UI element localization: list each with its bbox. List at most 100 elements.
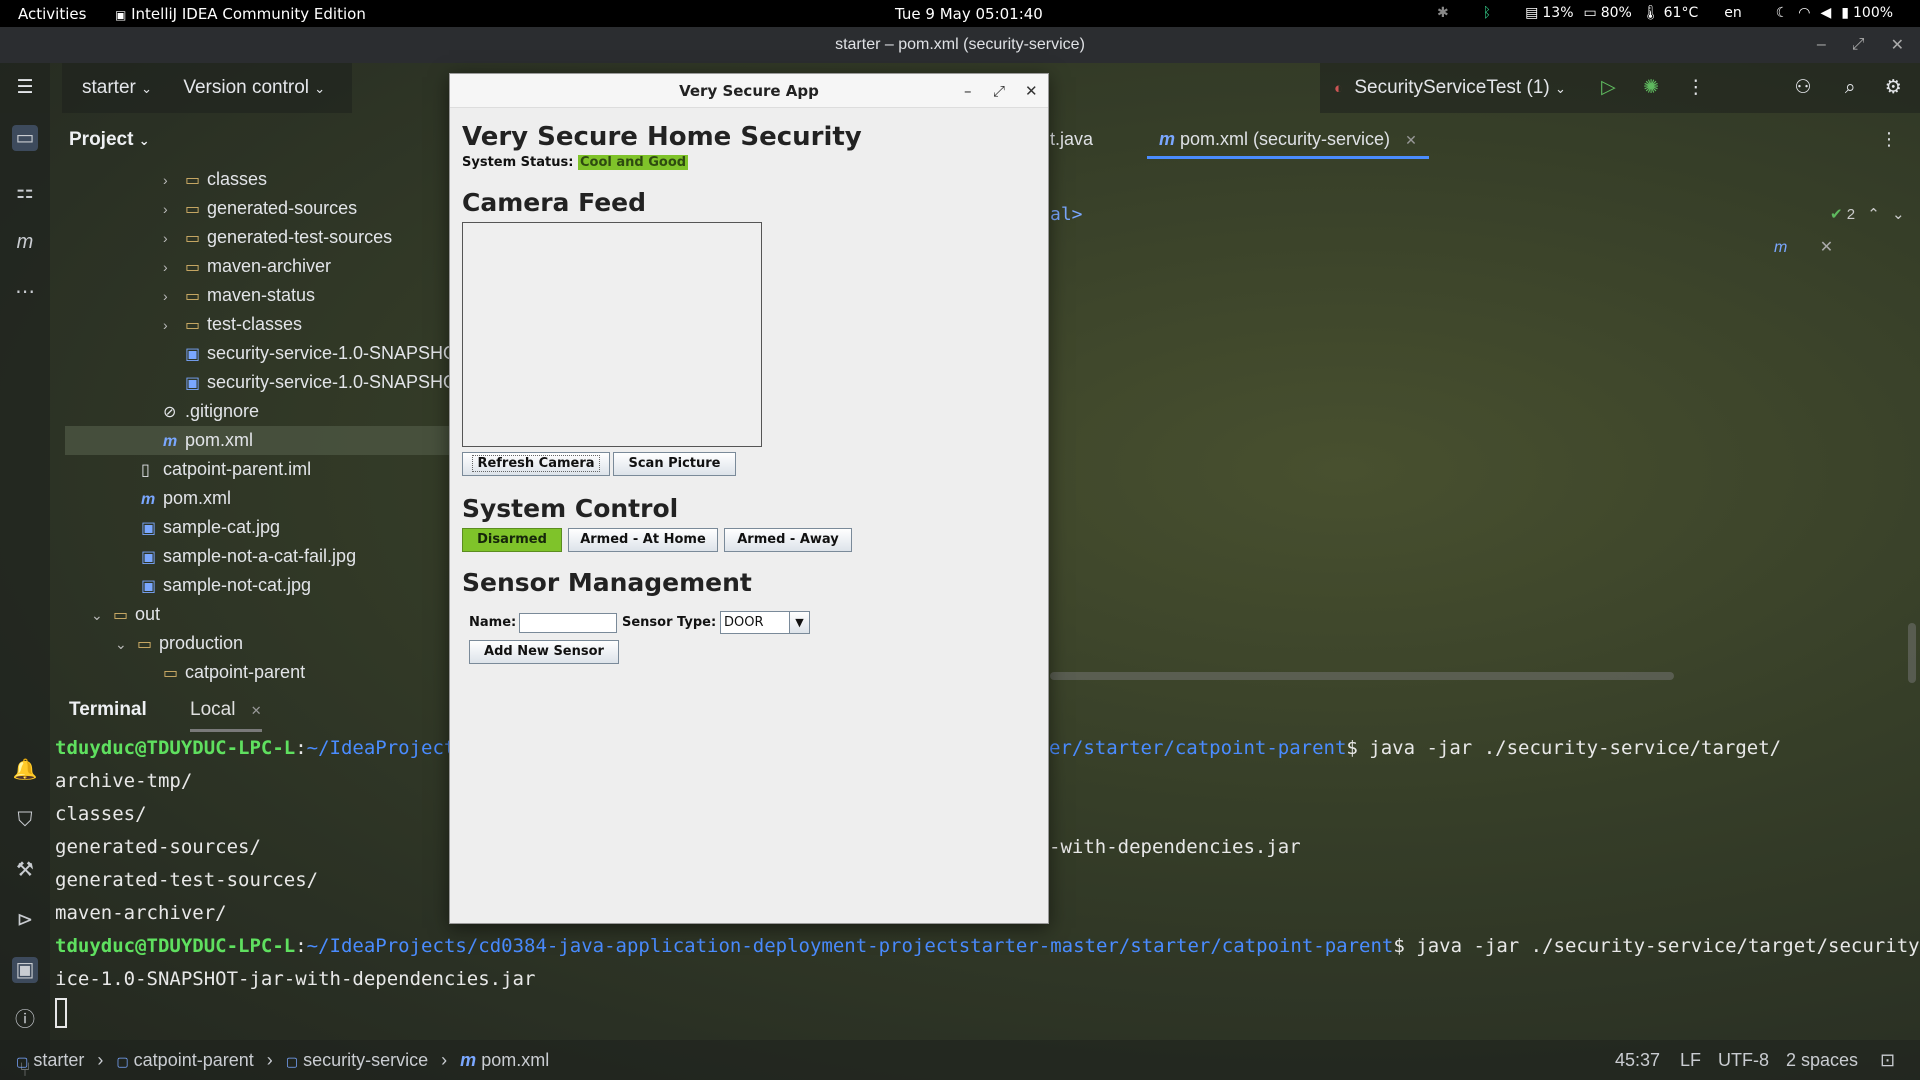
add-user-icon[interactable]: ⚇ bbox=[1795, 77, 1812, 98]
structure-icon[interactable]: ⚏ bbox=[12, 179, 38, 205]
image-file-icon: ▣ bbox=[141, 549, 157, 566]
inspection-widget[interactable]: ✔ 2 ⌃ ⌄ bbox=[1830, 205, 1905, 223]
minimize-icon[interactable]: – bbox=[964, 74, 972, 108]
line-ending[interactable]: LF bbox=[1680, 1050, 1701, 1071]
tree-item[interactable]: › ▭ maven-status bbox=[163, 281, 315, 310]
run-tool-icon[interactable]: ⊳ bbox=[12, 907, 38, 933]
tab-local[interactable]: Local ✕ bbox=[190, 699, 262, 732]
problems-icon[interactable]: ⓘ bbox=[12, 1007, 38, 1033]
module-file-icon: ▯ bbox=[141, 462, 150, 479]
tab-pom-xml[interactable]: m pom.xml (security-service) ✕ bbox=[1147, 119, 1429, 159]
terminal-icon[interactable]: ▣ bbox=[12, 957, 38, 983]
chevron-up-icon[interactable]: ⌃ bbox=[1867, 206, 1880, 223]
tree-item-label: generated-sources bbox=[207, 198, 358, 218]
tree-item[interactable]: ▭ catpoint-parent bbox=[163, 658, 305, 687]
refresh-camera-label: Refresh Camera bbox=[472, 455, 600, 472]
indent-setting[interactable]: 2 spaces bbox=[1786, 1050, 1858, 1071]
run-icon[interactable]: ▷ bbox=[1601, 77, 1616, 98]
horizontal-scrollbar[interactable] bbox=[1050, 672, 1674, 680]
maven-reload-icon[interactable]: m bbox=[1774, 239, 1787, 256]
project-folder-icon[interactable]: ▭ bbox=[12, 125, 38, 151]
breadcrumb-item[interactable]: catpoint-parent bbox=[134, 1050, 254, 1070]
activities-button[interactable]: Activities bbox=[18, 5, 86, 23]
add-sensor-button[interactable]: Add New Sensor bbox=[469, 640, 619, 664]
active-app-menu[interactable]: ▣ IntelliJ IDEA Community Edition bbox=[115, 5, 366, 23]
tree-item[interactable]: › ▭ test-classes bbox=[163, 310, 302, 339]
breadcrumb-item[interactable]: security-service bbox=[303, 1050, 428, 1070]
tree-item-selected[interactable]: m pom.xml bbox=[65, 426, 451, 455]
file-encoding[interactable]: UTF-8 bbox=[1718, 1050, 1769, 1071]
chevron-down-icon[interactable]: ⌄ bbox=[1892, 206, 1905, 223]
search-icon[interactable]: ⌕ bbox=[1845, 77, 1856, 98]
dropdown-arrow-icon[interactable]: ▼ bbox=[789, 612, 809, 633]
project-view-selector[interactable]: Project ⌄ bbox=[69, 129, 150, 151]
clock[interactable]: Tue 9 May 05:01:40 bbox=[895, 5, 1043, 23]
tree-item[interactable]: › ▭ generated-test-sources bbox=[163, 223, 392, 252]
more-icon[interactable]: ⋮ bbox=[1686, 77, 1705, 98]
vcs-menu[interactable]: Version control bbox=[183, 77, 309, 98]
tree-item[interactable]: ⌄ ▭ out bbox=[91, 600, 160, 629]
terminal-line: tduyduc@TDUYDUC-LPC-L:~/IdeaProjects/cd0… bbox=[55, 931, 1920, 961]
close-icon[interactable]: ✕ bbox=[1025, 74, 1038, 108]
chevron-right-icon: › bbox=[163, 230, 168, 246]
tree-item[interactable]: › ▭ classes bbox=[163, 165, 267, 194]
status-badge: Cool and Good bbox=[577, 155, 689, 170]
refresh-camera-button[interactable]: Refresh Camera bbox=[462, 452, 610, 476]
breadcrumb-item[interactable]: starter bbox=[33, 1050, 84, 1070]
project-header-label: Project bbox=[69, 129, 134, 150]
sensor-name-input[interactable] bbox=[519, 613, 617, 633]
tree-item-label: out bbox=[135, 604, 161, 624]
lock-icon[interactable]: ⊡ bbox=[1880, 1050, 1895, 1071]
minimize-icon[interactable]: – bbox=[1817, 36, 1826, 54]
main-menu-button[interactable]: ☰ bbox=[0, 63, 50, 113]
image-file-icon: ▣ bbox=[141, 578, 157, 595]
tree-item[interactable]: › ▭ generated-sources bbox=[163, 194, 357, 223]
tree-item[interactable]: ▯ catpoint-parent.iml bbox=[141, 455, 311, 484]
close-icon[interactable]: ✕ bbox=[251, 703, 262, 718]
maven-reload-popup: m ✕ bbox=[1774, 237, 1854, 267]
tree-item[interactable]: ▣ sample-not-cat.jpg bbox=[141, 571, 311, 600]
restore-icon[interactable]: ⤢ bbox=[1852, 36, 1865, 54]
debug-icon[interactable]: ✺ bbox=[1643, 77, 1659, 98]
notifications-icon[interactable]: 🔔 bbox=[12, 757, 38, 783]
tree-item[interactable]: ⌄ ▭ production bbox=[115, 629, 243, 658]
image-file-icon: ▣ bbox=[141, 520, 157, 537]
armed-away-button[interactable]: Armed - Away bbox=[724, 528, 852, 552]
more-tools-icon[interactable]: ⋯ bbox=[12, 279, 38, 305]
tree-item[interactable]: m pom.xml bbox=[141, 484, 231, 513]
close-icon[interactable]: ✕ bbox=[1820, 239, 1833, 256]
maven-file-icon: m bbox=[1159, 129, 1176, 149]
tree-item[interactable]: ▣ sample-not-a-cat-fail.jpg bbox=[141, 542, 356, 571]
close-icon[interactable]: ✕ bbox=[1891, 35, 1904, 55]
scan-picture-button[interactable]: Scan Picture bbox=[613, 452, 736, 476]
armed-home-button[interactable]: Armed - At Home bbox=[568, 528, 718, 552]
build-icon[interactable]: ⚒ bbox=[12, 857, 38, 883]
tool-window-strip: ▭ ⚏ m ⋯ 🔔 ⛉ ⚒ ⊳ ▣ ⓘ ⑂ bbox=[0, 113, 50, 1080]
maven-icon[interactable]: m bbox=[12, 229, 38, 255]
tree-item[interactable]: ▣ security-service-1.0-SNAPSHO bbox=[185, 339, 457, 368]
terminal-line: archive-tmp/ bbox=[55, 770, 193, 792]
cursor-position[interactable]: 45:37 bbox=[1615, 1050, 1660, 1071]
editor-more-icon[interactable]: ⋮ bbox=[1880, 119, 1898, 159]
breadcrumb-item[interactable]: pom.xml bbox=[481, 1050, 549, 1070]
jar-file-icon: ▣ bbox=[185, 375, 201, 392]
maximize-icon[interactable]: ⤢ bbox=[993, 74, 1005, 108]
vertical-scrollbar[interactable] bbox=[1908, 623, 1916, 683]
jar-file-icon: ▣ bbox=[185, 346, 201, 363]
tree-item[interactable]: ▣ sample-cat.jpg bbox=[141, 513, 280, 542]
sensor-type-select[interactable]: DOOR ▼ bbox=[720, 611, 810, 634]
tree-item[interactable]: ⊘ .gitignore bbox=[163, 397, 259, 426]
tree-item[interactable]: › ▭ maven-archiver bbox=[163, 252, 331, 281]
tree-item[interactable]: ▣ security-service-1.0-SNAPSHO bbox=[185, 368, 457, 397]
gear-icon[interactable]: ⚙ bbox=[1885, 77, 1902, 98]
tab-java-file[interactable]: t.java bbox=[1050, 119, 1093, 159]
system-tray[interactable]: ✱ ᛒ ▤ 13% ▭ 80% 🌡 61°C en ☾ ◠ ◀ ▮ 100% bbox=[1437, 5, 1893, 21]
services-icon[interactable]: ⛉ bbox=[12, 807, 38, 833]
run-config-selector[interactable]: SecurityServiceTest (1) bbox=[1354, 77, 1549, 98]
disarmed-button[interactable]: Disarmed bbox=[462, 528, 562, 552]
close-icon[interactable]: ✕ bbox=[1405, 132, 1417, 148]
project-switcher[interactable]: starter ⌄ Version control ⌄ bbox=[62, 63, 352, 113]
sensor-type-value: DOOR bbox=[724, 615, 764, 630]
thermometer-icon: 🌡 bbox=[1641, 5, 1660, 21]
app-titlebar[interactable]: Very Secure App bbox=[450, 74, 1048, 108]
